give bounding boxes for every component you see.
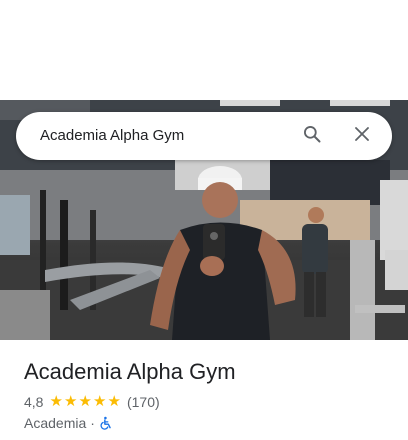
review-count[interactable]: (170) (127, 394, 160, 410)
close-button[interactable] (342, 112, 382, 160)
rating-row[interactable]: 4,8 ★ ★ ★ ★ ★ (170) (24, 393, 160, 411)
search-icon (302, 124, 322, 149)
category-row: Academia · (24, 414, 113, 432)
category-label: Academia (24, 415, 87, 431)
wheelchair-accessible-icon (99, 416, 113, 430)
search-bar[interactable]: Academia Alpha Gym (16, 112, 392, 160)
close-icon (353, 125, 371, 148)
search-button[interactable] (292, 112, 332, 160)
place-info-panel: Academia Alpha Gym 4,8 ★ ★ ★ ★ ★ (170) A… (0, 340, 408, 440)
star-icon: ★ (49, 393, 63, 410)
star-rating: ★ ★ ★ ★ ★ (49, 394, 122, 410)
star-icon: ★ (92, 393, 107, 410)
search-query-text[interactable]: Academia Alpha Gym (40, 112, 184, 160)
separator-dot: · (90, 415, 95, 431)
star-icon: ★ (78, 393, 92, 410)
star-icon: ★ (107, 393, 121, 410)
star-icon: ★ (63, 393, 78, 410)
rating-value: 4,8 (24, 394, 44, 410)
place-title: Academia Alpha Gym (24, 359, 236, 384)
